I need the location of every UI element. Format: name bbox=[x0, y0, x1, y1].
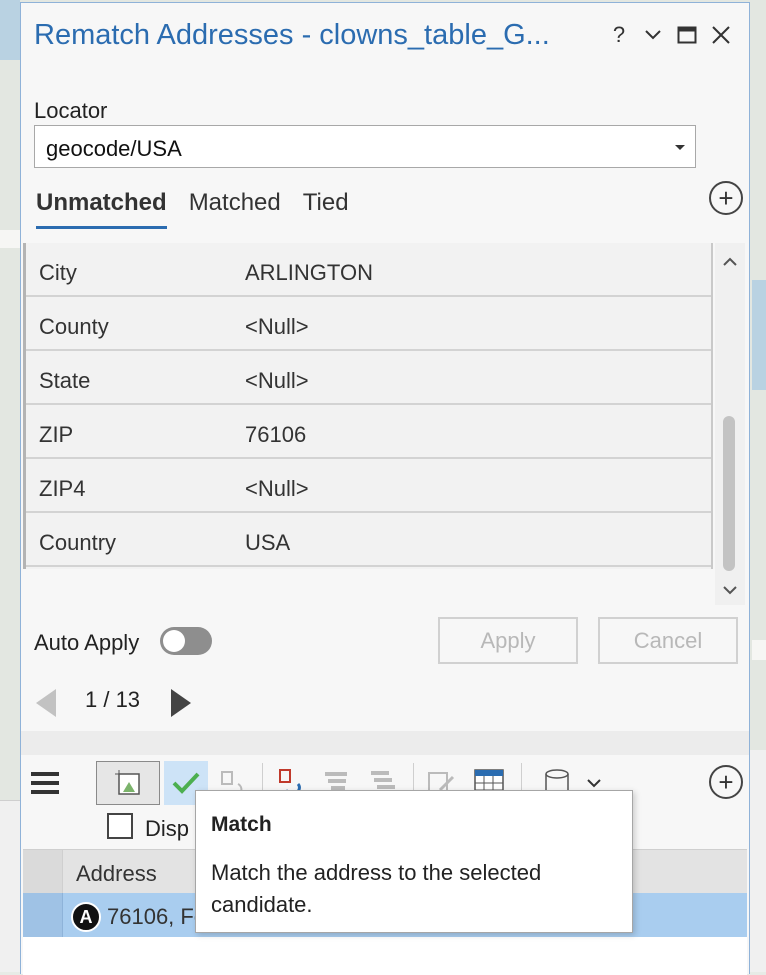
plus-icon: + bbox=[718, 183, 734, 213]
map-water bbox=[0, 0, 20, 60]
map-road bbox=[752, 640, 766, 660]
field-name: ZIP4 bbox=[39, 476, 86, 501]
field-name: Country bbox=[39, 530, 117, 555]
locator-select[interactable]: geocode/USA bbox=[34, 125, 696, 168]
maximize-icon bbox=[677, 26, 697, 44]
row-selector-header bbox=[23, 850, 63, 894]
pane-menu-button[interactable] bbox=[639, 21, 667, 49]
fields-scrollbar[interactable] bbox=[715, 243, 745, 605]
tooltip-title: Match bbox=[211, 813, 272, 836]
candidate-rank-badge: A bbox=[71, 902, 101, 932]
section-divider bbox=[21, 731, 749, 755]
field-value[interactable]: <Null> bbox=[245, 314, 309, 340]
add-candidate-field-button[interactable]: + bbox=[709, 765, 743, 799]
candidate-address: 76106, Fo bbox=[107, 904, 207, 929]
toggle-knob bbox=[163, 630, 185, 652]
scrollbar-thumb[interactable] bbox=[723, 416, 735, 571]
locator-label: Locator bbox=[34, 98, 108, 123]
address-fields-list: City ARLINGTON County <Null> State <Null… bbox=[23, 243, 713, 569]
hamburger-menu-icon bbox=[31, 772, 59, 794]
tooltip-body: Match the address to the selected candid… bbox=[211, 860, 542, 917]
pager-position: 1 / 13 bbox=[85, 687, 141, 712]
help-icon: ? bbox=[612, 22, 626, 47]
next-address-icon[interactable] bbox=[171, 689, 191, 717]
row-selector[interactable] bbox=[23, 893, 63, 937]
match-tooltip: Match Match the address to the selected … bbox=[195, 790, 633, 933]
field-name: County bbox=[39, 314, 109, 339]
field-row: State <Null> bbox=[26, 351, 711, 405]
field-value[interactable]: 76106 bbox=[245, 422, 306, 448]
field-row: City ARLINGTON bbox=[26, 243, 711, 297]
plus-icon: + bbox=[718, 767, 734, 797]
auto-apply-toggle[interactable] bbox=[160, 627, 212, 655]
scroll-up-icon[interactable] bbox=[723, 257, 737, 271]
chevron-down-icon bbox=[645, 30, 661, 40]
scroll-down-icon[interactable] bbox=[723, 585, 737, 599]
close-icon bbox=[712, 26, 730, 44]
column-header-address[interactable]: Address bbox=[76, 861, 157, 887]
cancel-button[interactable]: Cancel bbox=[598, 617, 738, 664]
help-button[interactable]: ? bbox=[605, 21, 633, 49]
display-checkbox[interactable] bbox=[107, 813, 133, 839]
chevron-down-icon bbox=[587, 779, 601, 788]
tab-unmatched[interactable]: Unmatched bbox=[36, 189, 167, 229]
pane-title: Rematch Addresses - clowns_table_G... bbox=[34, 19, 550, 51]
map-road bbox=[0, 230, 20, 248]
field-value[interactable]: ARLINGTON bbox=[245, 260, 373, 286]
maximize-button[interactable] bbox=[673, 21, 701, 49]
field-row: ZIP4 <Null> bbox=[26, 459, 711, 513]
add-field-button[interactable]: + bbox=[709, 181, 743, 215]
field-value[interactable]: USA bbox=[245, 530, 290, 556]
locator-value: geocode/USA bbox=[46, 136, 182, 161]
field-row: ZIP 76106 bbox=[26, 405, 711, 459]
background-panel-edge bbox=[748, 750, 766, 972]
pane-titlebar: Rematch Addresses - clowns_table_G... ? bbox=[21, 3, 749, 73]
field-value[interactable]: <Null> bbox=[245, 368, 309, 394]
menu-button[interactable] bbox=[23, 761, 67, 805]
close-button[interactable] bbox=[707, 21, 735, 49]
field-value[interactable]: <Null> bbox=[245, 476, 309, 502]
previous-address-icon[interactable] bbox=[36, 689, 56, 717]
apply-button[interactable]: Apply bbox=[438, 617, 578, 664]
display-checkbox-label: Disp bbox=[145, 816, 190, 841]
map-water bbox=[752, 280, 766, 390]
table-empty-area bbox=[23, 937, 747, 975]
auto-apply-label: Auto Apply bbox=[34, 630, 140, 655]
field-name: State bbox=[39, 368, 91, 393]
tab-matched[interactable]: Matched bbox=[189, 189, 281, 229]
field-name: ZIP bbox=[39, 422, 74, 447]
tab-tied[interactable]: Tied bbox=[303, 189, 349, 229]
field-row: County <Null> bbox=[26, 297, 711, 351]
zoom-to-candidate-button[interactable] bbox=[96, 761, 160, 805]
dropdown-caret-icon bbox=[675, 145, 685, 150]
match-status-tabs: Unmatched Matched Tied bbox=[36, 189, 349, 229]
field-name: City bbox=[39, 260, 77, 285]
field-row: Country USA bbox=[26, 513, 711, 567]
zoom-to-selected-icon bbox=[115, 770, 140, 795]
